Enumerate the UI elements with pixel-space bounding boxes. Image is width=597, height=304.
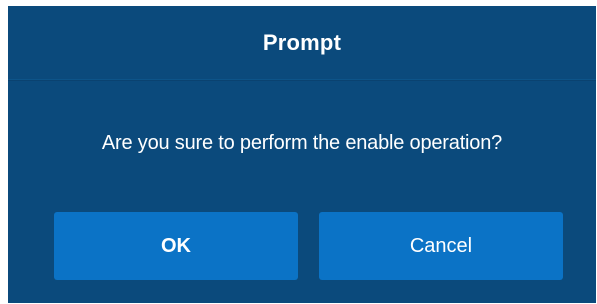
cancel-button[interactable]: Cancel	[319, 212, 563, 280]
dialog-header: Prompt	[8, 6, 596, 81]
dialog-body: Are you sure to perform the enable opera…	[8, 81, 596, 205]
dialog-title: Prompt	[262, 30, 342, 55]
prompt-dialog: Prompt Are you sure to perform the enabl…	[8, 6, 596, 303]
ok-button[interactable]: OK	[54, 212, 298, 280]
dialog-message: Are you sure to perform the enable opera…	[101, 131, 503, 154]
dialog-footer: OK Cancel	[8, 212, 596, 282]
